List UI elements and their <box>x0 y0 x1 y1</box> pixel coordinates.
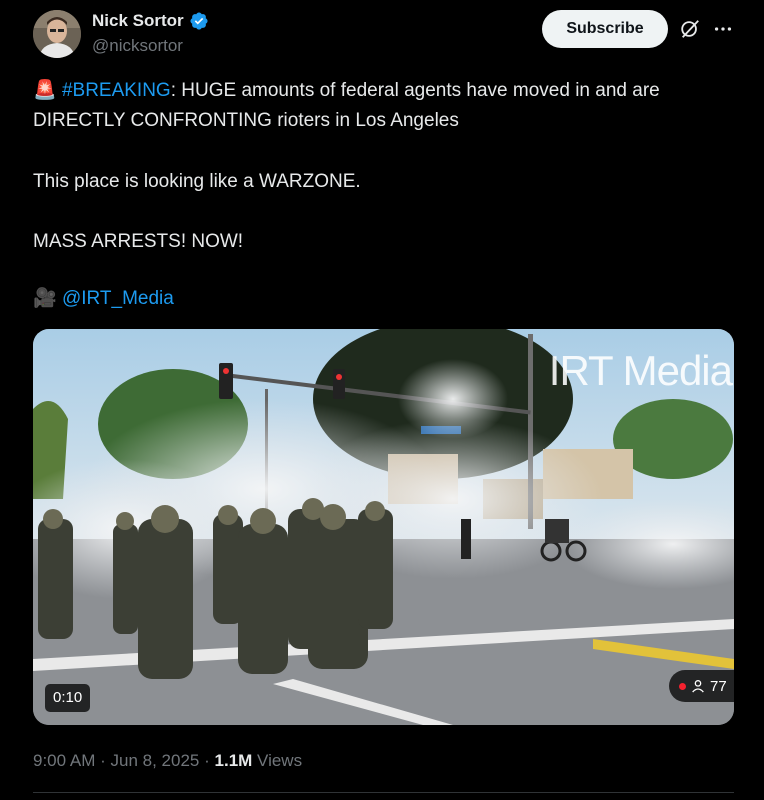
siren-emoji-icon: 🚨 <box>33 80 57 101</box>
live-dot-icon <box>679 682 686 690</box>
post-line-3: This place is looking like a WARZONE. <box>33 171 361 192</box>
post-line-4: MASS ARRESTS! NOW! <box>33 231 244 252</box>
views-label: Views <box>257 751 303 770</box>
hashtag-breaking-link[interactable]: #BREAKING <box>62 80 171 101</box>
grok-icon[interactable] <box>679 18 701 40</box>
video-watermark: IRT Media <box>548 347 733 394</box>
person-icon <box>692 680 704 693</box>
avatar[interactable] <box>33 10 81 58</box>
post-credit-line: 🎥 @IRT_Media <box>33 284 743 314</box>
post-line-1: 🚨 #BREAKING: HUGE amounts of federal age… <box>33 76 743 106</box>
author-handle[interactable]: @nicksortor <box>92 36 183 56</box>
subscribe-button[interactable]: Subscribe <box>542 10 668 48</box>
post-date[interactable]: Jun 8, 2025 <box>111 751 200 770</box>
verified-badge-icon <box>190 12 208 30</box>
video-duration-badge: 0:10 <box>45 684 91 712</box>
post-text-1: : HUGE amounts of federal agents have mo… <box>170 80 660 101</box>
meta-separator: · <box>100 751 106 770</box>
mention-irt-media-link[interactable]: @IRT_Media <box>62 288 174 309</box>
author-name-row[interactable]: Nick Sortor <box>92 11 209 31</box>
post-line-2: DIRECTLY CONFRONTING rioters in Los Ange… <box>33 110 459 131</box>
viewer-count-badge: 77 <box>669 670 734 702</box>
views-count: 1.1M <box>214 751 253 770</box>
video-player[interactable]: IRT Media 0:10 77 <box>33 329 734 725</box>
post-time[interactable]: 9:00 AM <box>33 751 95 770</box>
divider <box>33 792 734 793</box>
avatar-image <box>33 10 81 58</box>
camera-emoji-icon: 🎥 <box>33 288 57 309</box>
viewer-count: 77 <box>710 677 727 695</box>
more-icon[interactable] <box>712 18 734 40</box>
author-name[interactable]: Nick Sortor <box>92 11 184 31</box>
meta-separator: · <box>204 751 210 770</box>
post-meta: 9:00 AM · Jun 8, 2025 · 1.1M Views <box>33 751 302 771</box>
